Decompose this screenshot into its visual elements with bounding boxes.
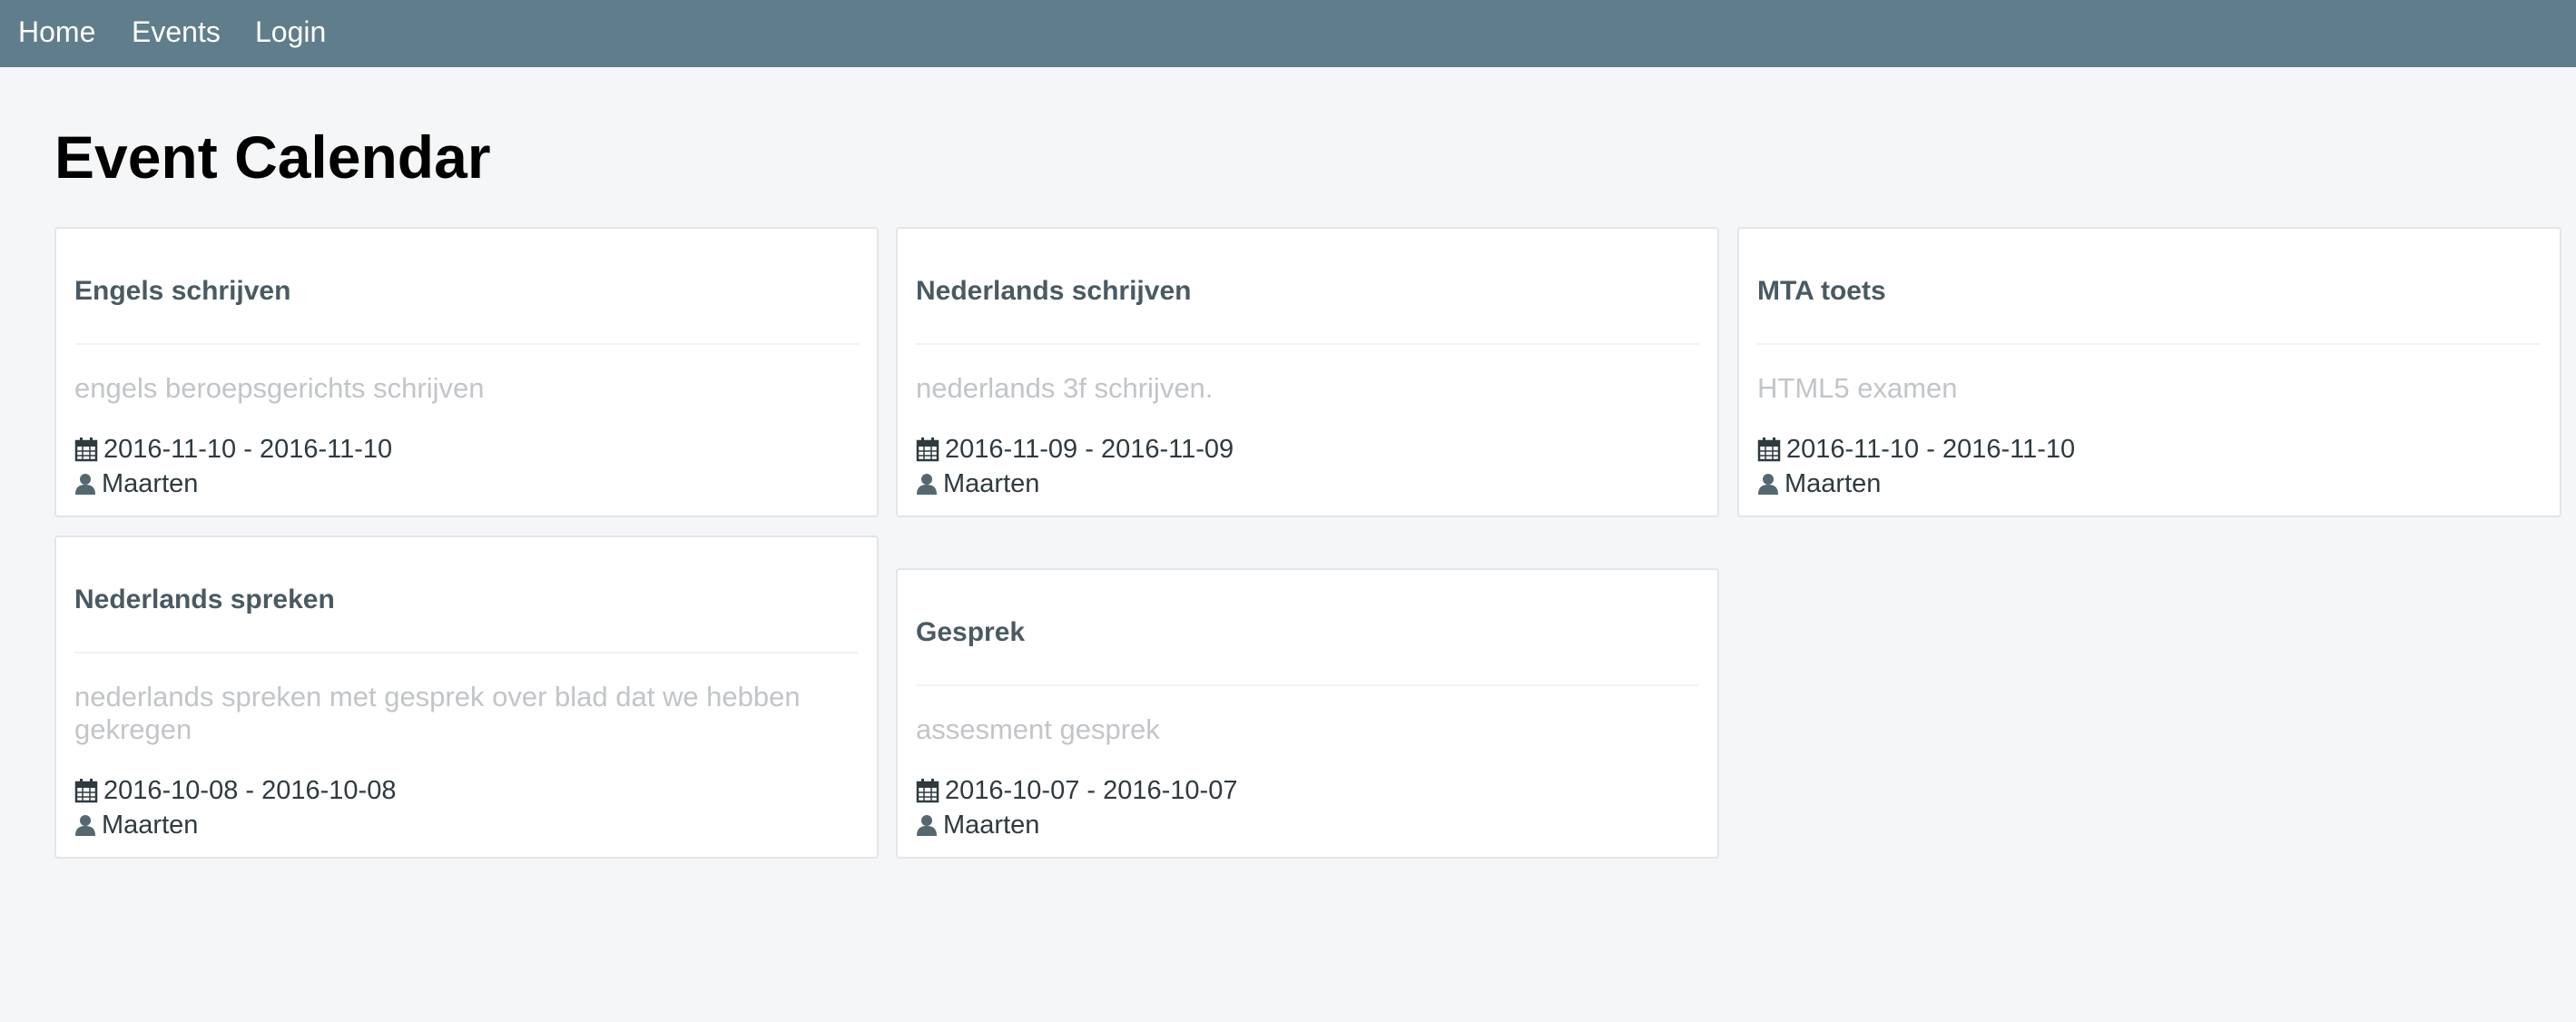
event-description: nederlands 3f schrijven. <box>916 372 1214 404</box>
event-dates: 2016-10-07 - 2016-10-07 <box>916 773 1237 808</box>
card-divider <box>1757 343 2542 345</box>
event-description: HTML5 examen <box>1757 372 1958 404</box>
event-dates-text: 2016-11-10 - 2016-11-10 <box>1786 435 2076 464</box>
event-description: engels beroepsgerichts schrijven <box>74 372 485 404</box>
event-author: Maarten <box>916 808 1039 842</box>
event-author: Maarten <box>74 808 198 842</box>
event-author-text: Maarten <box>102 811 199 840</box>
calendar-icon <box>1757 437 1781 462</box>
event-card[interactable]: Nederlands schrijven nederlands 3f schri… <box>896 227 1719 517</box>
nav-home-link[interactable]: Home <box>18 13 95 51</box>
event-author: Maarten <box>916 467 1039 501</box>
event-title: Nederlands schrijven <box>916 276 1192 306</box>
user-icon <box>75 474 95 495</box>
event-author-text: Maarten <box>943 469 1040 498</box>
card-divider <box>74 343 859 345</box>
page-title: Event Calendar <box>54 123 491 191</box>
event-card[interactable]: Gesprek assesment gesprek 2016-10-07 - 2… <box>896 568 1719 859</box>
event-author-text: Maarten <box>1785 469 1882 498</box>
event-dates: 2016-11-10 - 2016-11-10 <box>74 432 392 467</box>
event-dates-text: 2016-10-07 - 2016-10-07 <box>945 776 1238 805</box>
event-card[interactable]: MTA toets HTML5 examen 2016-11-10 - 2016… <box>1737 227 2561 517</box>
event-author: Maarten <box>1757 467 1881 501</box>
event-dates-text: 2016-11-09 - 2016-11-09 <box>945 435 1234 464</box>
user-icon <box>917 815 937 836</box>
event-dates-text: 2016-10-08 - 2016-10-08 <box>103 776 397 805</box>
top-navbar: Home Events Login <box>0 0 2576 67</box>
event-dates: 2016-10-08 - 2016-10-08 <box>74 773 396 808</box>
calendar-icon <box>916 779 939 803</box>
card-divider <box>916 684 1699 686</box>
nav-events-link[interactable]: Events <box>132 13 221 51</box>
event-card[interactable]: Engels schrijven engels beroepsgerichts … <box>54 227 879 517</box>
event-dates: 2016-11-09 - 2016-11-09 <box>916 432 1234 467</box>
user-icon <box>1758 474 1778 495</box>
calendar-icon <box>74 437 98 462</box>
user-icon <box>917 474 937 495</box>
calendar-icon <box>916 437 939 462</box>
event-description: assesment gesprek <box>916 713 1160 745</box>
event-title: Gesprek <box>916 617 1026 647</box>
event-dates-text: 2016-11-10 - 2016-11-10 <box>103 435 393 464</box>
event-description: nederlands spreken met gesprek over blad… <box>74 681 801 745</box>
event-author: Maarten <box>74 467 198 501</box>
event-title: Engels schrijven <box>74 276 291 306</box>
event-author-text: Maarten <box>943 811 1040 840</box>
card-divider <box>74 652 859 653</box>
event-title: MTA toets <box>1757 276 1886 306</box>
event-dates: 2016-11-10 - 2016-11-10 <box>1757 432 2075 467</box>
card-divider <box>916 343 1699 345</box>
event-card[interactable]: Nederlands spreken nederlands spreken me… <box>54 536 879 859</box>
nav-login-link[interactable]: Login <box>255 13 326 51</box>
calendar-icon <box>74 779 98 803</box>
event-author-text: Maarten <box>102 469 199 498</box>
user-icon <box>75 815 95 836</box>
event-title: Nederlands spreken <box>74 585 335 614</box>
